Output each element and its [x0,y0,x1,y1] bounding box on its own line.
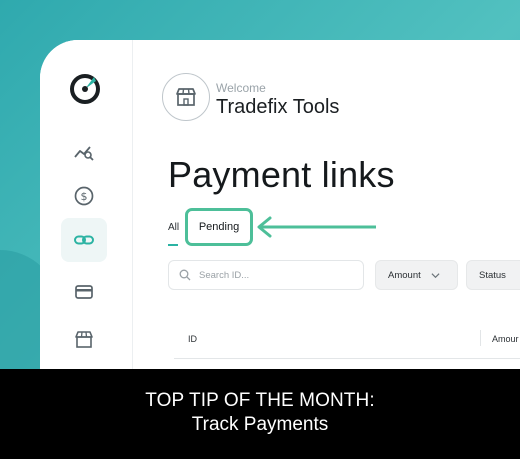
app-window: $ Welcome Tradefix Tools Payment links A… [40,40,520,370]
status-filter-label: Status [479,269,506,281]
search-icon [179,269,191,281]
amount-filter-dropdown[interactable]: Amount [375,260,458,290]
card-icon [75,285,93,299]
gauge-logo-icon[interactable] [68,72,102,106]
sidebar: $ [40,40,133,370]
search-input[interactable] [199,269,349,281]
status-filter-dropdown[interactable]: Status [466,260,520,290]
sidebar-item-cards[interactable] [61,270,107,314]
welcome-text: Welcome [216,81,266,95]
search-box[interactable] [168,260,364,290]
tab-all[interactable]: All [168,222,179,233]
column-divider [480,330,481,346]
sidebar-item-store[interactable] [61,318,107,362]
storefront-icon [176,88,196,106]
caption-subheading: Track Payments [191,414,329,435]
highlight-arrow [257,216,376,238]
sidebar-item-analytics[interactable] [61,130,107,174]
caption-heading: TOP TIP OF THE MONTH: [145,390,375,411]
store-icon [75,331,93,348]
sidebar-item-payments[interactable]: $ [61,174,107,218]
amount-filter-label: Amount [388,269,421,281]
link-icon [74,235,94,245]
chevron-down-icon [431,272,440,278]
dollar-icon: $ [74,186,94,206]
column-header-id[interactable]: ID [188,334,197,344]
sidebar-item-payment-links[interactable] [61,218,107,262]
store-name: Tradefix Tools [216,96,340,118]
caption-banner: TOP TIP OF THE MONTH: Track Payments [0,369,520,459]
store-avatar[interactable] [162,73,210,121]
tab-pending[interactable]: Pending [185,208,253,246]
active-tab-indicator [168,244,178,246]
table-header-divider [174,358,520,359]
analytics-icon [74,146,94,161]
page-title: Payment links [168,154,395,195]
main-content: Welcome Tradefix Tools Payment links All… [132,40,520,370]
column-header-amount[interactable]: Amour [492,334,519,344]
svg-text:$: $ [81,190,88,203]
